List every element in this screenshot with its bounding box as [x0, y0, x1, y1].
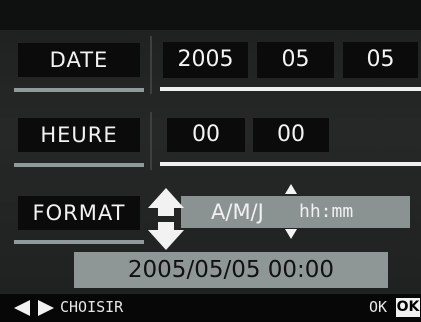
datetime-preview: 2005/05/05 00:00	[74, 252, 388, 288]
format-date-part: A/M/J	[211, 200, 264, 224]
date-year-field[interactable]: 2005	[163, 42, 248, 78]
time-minute-field[interactable]: 00	[253, 118, 329, 152]
choose-hint: CHOISIR	[60, 298, 124, 316]
date-values-underline	[160, 87, 421, 91]
date-month-field[interactable]: 05	[257, 42, 334, 78]
format-label-underline	[14, 240, 144, 244]
date-label: DATE	[18, 43, 140, 77]
left-right-arrows-icon	[14, 300, 54, 316]
format-down-caret-icon	[285, 229, 297, 239]
ok-button[interactable]: OK	[396, 298, 420, 317]
date-day-field[interactable]: 05	[343, 42, 418, 78]
format-selector-field[interactable]: A/M/J hh:mm	[181, 196, 410, 228]
row-separator	[150, 112, 152, 170]
time-values-underline	[160, 162, 421, 166]
row-separator	[150, 36, 152, 94]
time-label-underline	[14, 163, 144, 167]
format-label: FORMAT	[18, 196, 140, 230]
ok-hint-label: OK	[369, 298, 388, 316]
format-up-caret-icon	[285, 184, 297, 194]
camera-settings-screen: DATE 2005 05 05 HEURE 00 00 FORMAT A/M/J…	[0, 0, 421, 322]
top-bar	[0, 0, 421, 30]
time-hour-field[interactable]: 00	[167, 118, 245, 152]
time-label: HEURE	[18, 118, 140, 152]
up-down-arrows-icon[interactable]	[146, 186, 186, 252]
format-time-part: hh:mm	[299, 201, 354, 222]
date-label-underline	[14, 88, 144, 92]
